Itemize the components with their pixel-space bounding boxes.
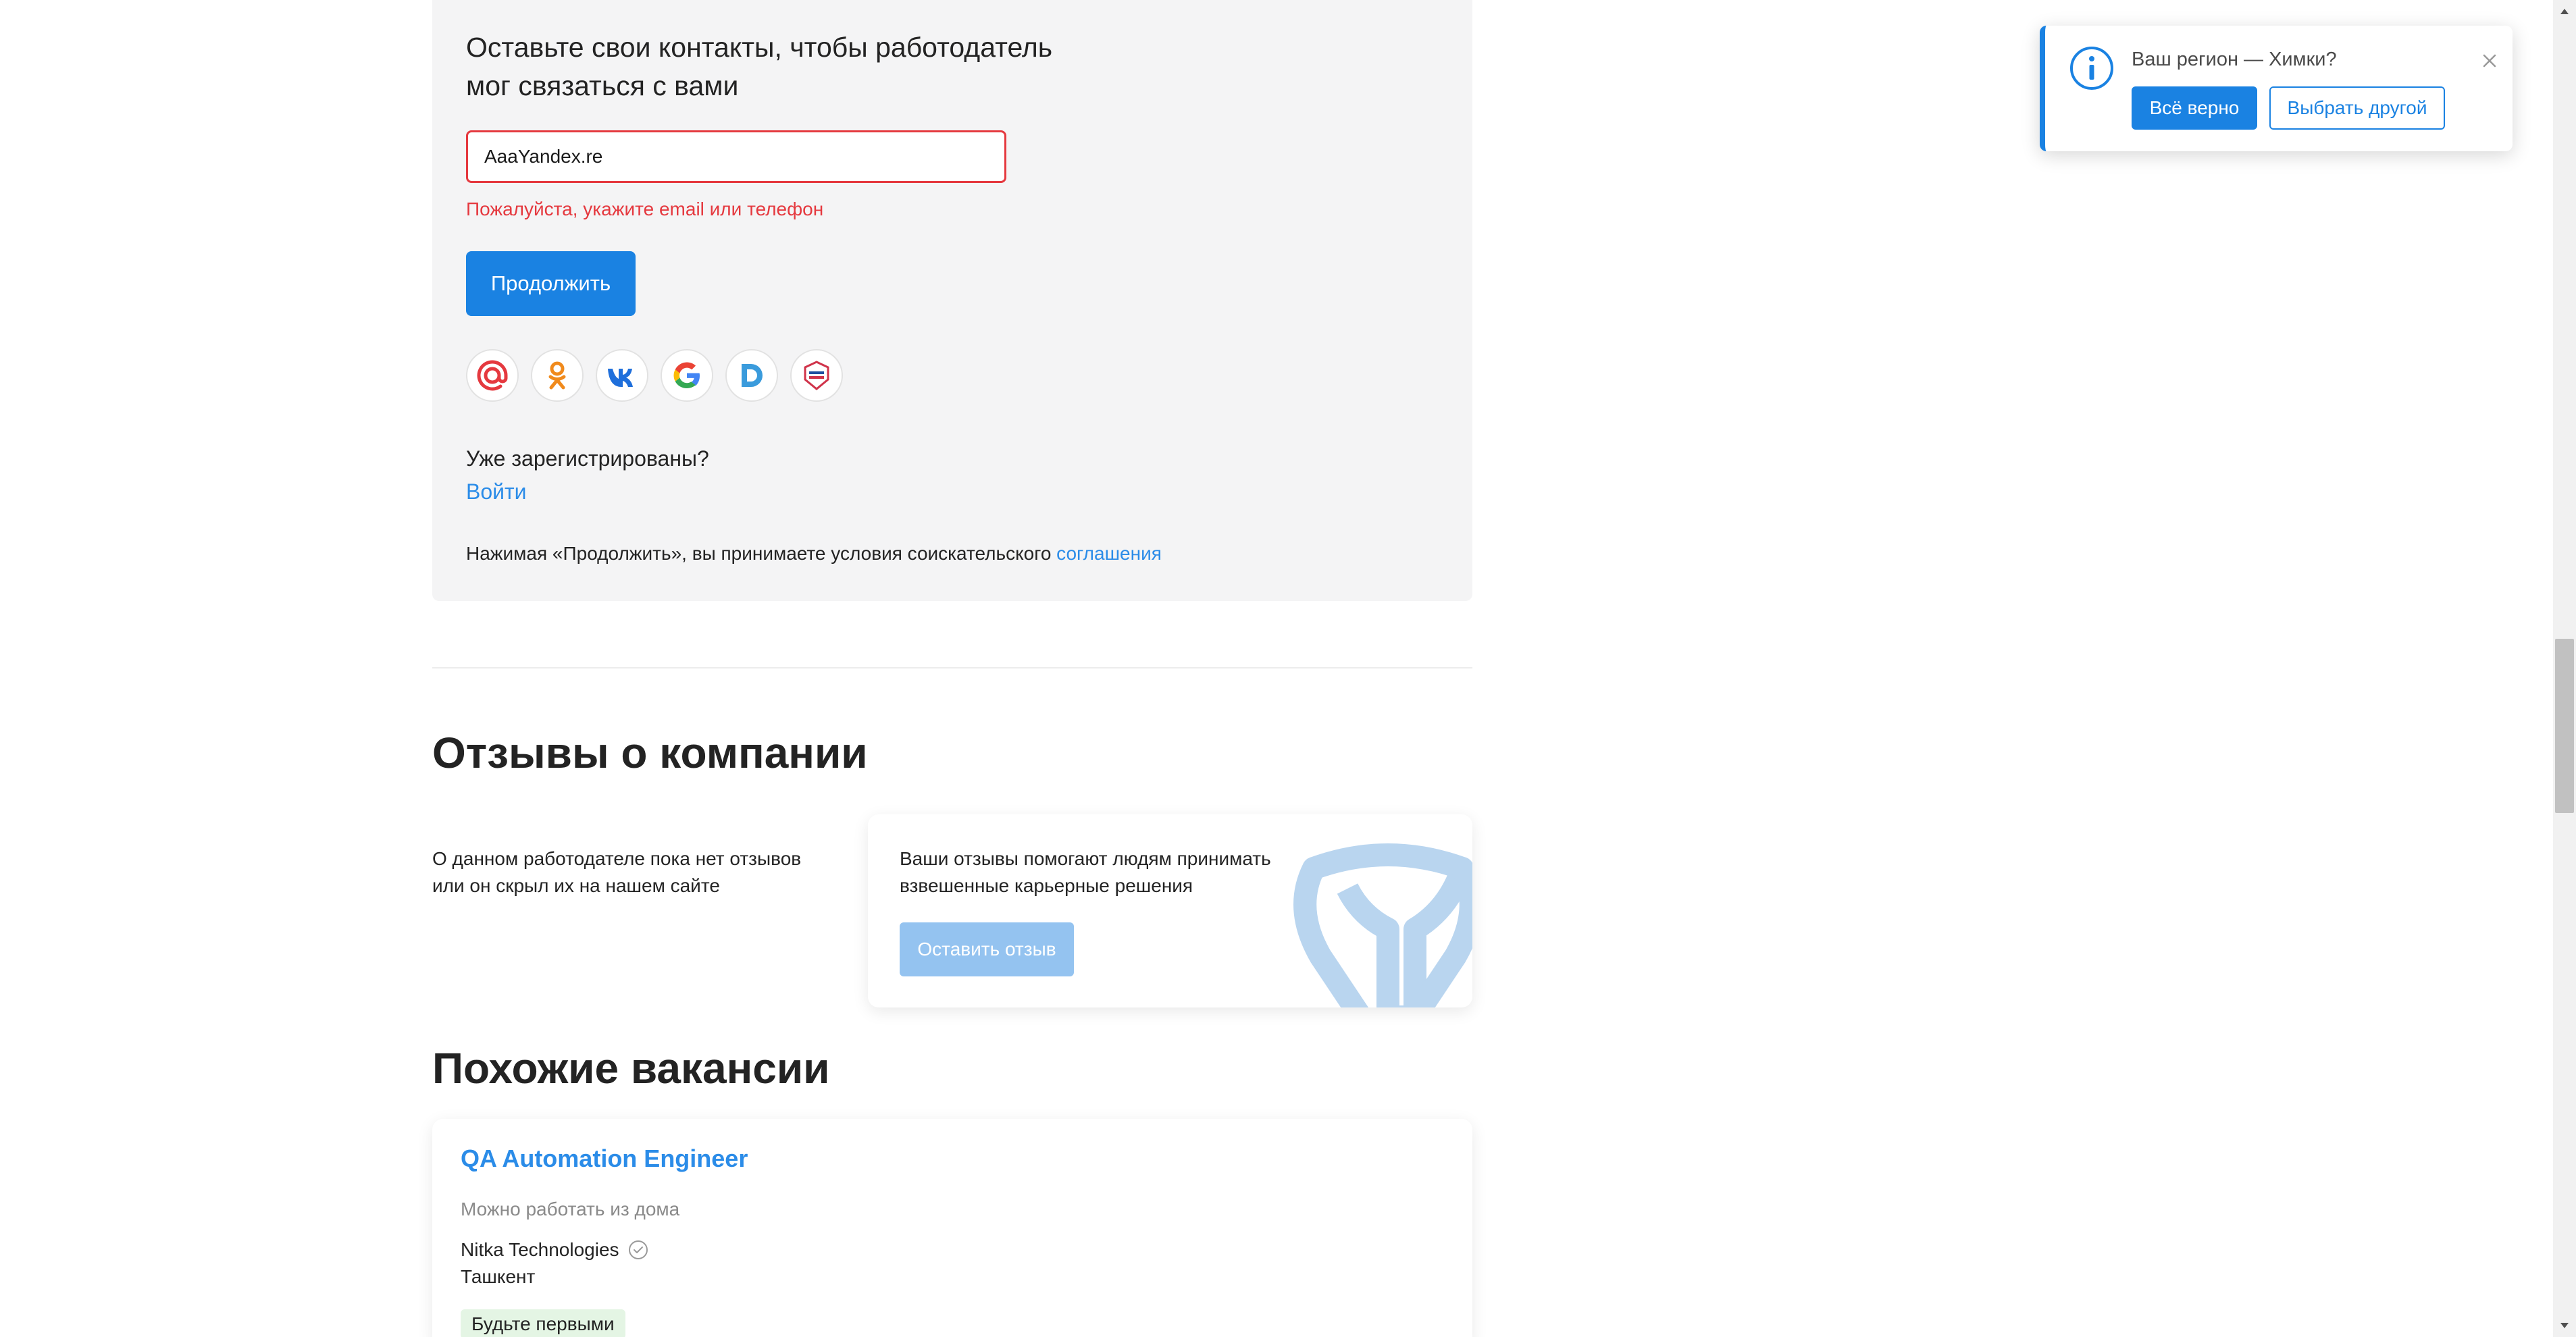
- login-link[interactable]: Войти: [466, 479, 527, 504]
- contact-input[interactable]: [466, 130, 1006, 183]
- d-login-button[interactable]: [725, 349, 778, 402]
- scrollbar-thumb[interactable]: [2555, 639, 2574, 813]
- review-decor-icon: [1293, 843, 1472, 1007]
- gosuslugi-login-button[interactable]: [790, 349, 843, 402]
- contact-form-title: Оставьте свои контакты, чтобы работодате…: [466, 32, 1053, 101]
- leave-review-card: Ваши отзывы помогают людям принимать взв…: [868, 814, 1472, 1007]
- vacancy-company: Nitka Technologies: [461, 1239, 649, 1261]
- vacancy-remote-text: Можно работать из дома: [461, 1199, 680, 1220]
- vacancy-badge: Будьте первыми: [461, 1309, 625, 1337]
- vacancy-company-link[interactable]: Nitka Technologies: [461, 1239, 619, 1261]
- similar-vacancies-heading: Похожие вакансии: [432, 1044, 830, 1093]
- already-registered-text: Уже зарегистрированы?: [466, 446, 709, 471]
- info-icon: [2070, 47, 2113, 90]
- scroll-down-arrow[interactable]: [2553, 1314, 2576, 1337]
- terms-link[interactable]: соглашения: [1056, 543, 1162, 564]
- google-login-button[interactable]: [661, 349, 713, 402]
- scroll-up-arrow[interactable]: [2553, 0, 2576, 23]
- triangle-down-icon: [2560, 1323, 2569, 1328]
- d-icon: [742, 364, 763, 387]
- continue-button[interactable]: Продолжить: [466, 251, 636, 316]
- close-icon[interactable]: [2477, 49, 2502, 73]
- reviews-heading: Отзывы о компании: [432, 729, 868, 777]
- google-icon: [673, 362, 700, 388]
- region-question: Ваш регион — Химки?: [2132, 49, 2337, 70]
- region-confirm-button[interactable]: Всё верно: [2132, 86, 2257, 130]
- region-change-button[interactable]: Выбрать другой: [2269, 86, 2445, 130]
- reviews-empty-text: О данном работодателе пока нет отзывов и…: [432, 848, 802, 896]
- terms-prefix: Нажимая «Продолжить», вы принимаете усло…: [466, 543, 1052, 564]
- vk-icon: [608, 369, 633, 387]
- section-divider: [432, 667, 1472, 668]
- odnoklassniki-login-button[interactable]: [531, 349, 584, 402]
- vacancy-card: QA Automation Engineer Можно работать из…: [432, 1119, 1472, 1337]
- verified-check-icon: [628, 1240, 648, 1259]
- reviews-card-text: Ваши отзывы помогают людям принимать взв…: [900, 848, 1271, 896]
- vacancy-title-link[interactable]: QA Automation Engineer: [461, 1145, 748, 1173]
- mail-ru-icon: [477, 360, 508, 391]
- region-popup: Ваш регион — Химки? Всё верно Выбрать др…: [2040, 26, 2513, 151]
- terms-text: Нажимая «Продолжить», вы принимаете усло…: [466, 543, 1162, 565]
- mail-ru-login-button[interactable]: [466, 349, 519, 402]
- odnoklassniki-icon: [548, 361, 566, 390]
- gosuslugi-icon: [804, 361, 829, 390]
- vk-login-button[interactable]: [596, 349, 648, 402]
- triangle-up-icon: [2560, 9, 2569, 14]
- vacancy-city: Ташкент: [461, 1266, 536, 1287]
- page-root: Оставьте свои контакты, чтобы работодате…: [0, 0, 2576, 1337]
- leave-review-button[interactable]: Оставить отзыв: [900, 922, 1074, 976]
- contact-error-message: Пожалуйста, укажите email или телефон: [466, 199, 824, 219]
